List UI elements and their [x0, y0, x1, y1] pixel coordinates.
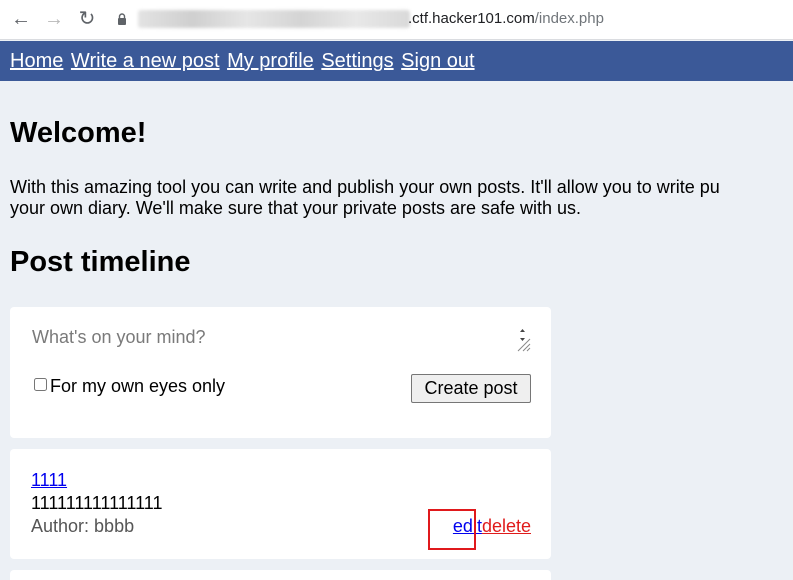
- site-nav-bar: Home Write a new post My profile Setting…: [0, 41, 793, 81]
- url-redacted-region[interactable]: [138, 10, 410, 28]
- reload-icon[interactable]: ↻: [76, 8, 98, 30]
- post-author-name: bbbb: [94, 516, 135, 536]
- post-composer-card: For my own eyes only Create post: [10, 307, 551, 438]
- post-card: 1111 111111111111111 Author: bbbb editde…: [10, 449, 551, 559]
- nav-link-home[interactable]: Home: [10, 50, 63, 72]
- nav-link-settings[interactable]: Settings: [321, 50, 393, 72]
- url-host: .ctf.hacker101.com: [408, 10, 535, 27]
- nav-link-my-profile[interactable]: My profile: [227, 50, 314, 72]
- edit-highlight-box: [428, 509, 476, 550]
- create-post-button[interactable]: Create post: [411, 374, 531, 403]
- post-delete-link[interactable]: delete: [482, 516, 531, 536]
- post-author: Author: bbbb: [31, 516, 134, 537]
- textarea-resize-icon[interactable]: [514, 328, 531, 352]
- private-option[interactable]: For my own eyes only: [34, 376, 225, 397]
- welcome-heading: Welcome!: [10, 117, 147, 149]
- welcome-intro-line-1: With this amazing tool you can write and…: [10, 177, 720, 197]
- private-checkbox[interactable]: [34, 378, 47, 391]
- welcome-intro: With this amazing tool you can write and…: [10, 177, 793, 219]
- browser-toolbar: ← → ↻ .ctf.hacker101.com/index.php: [0, 0, 793, 40]
- private-checkbox-label: For my own eyes only: [50, 376, 226, 396]
- forward-arrow-icon[interactable]: →: [43, 8, 65, 30]
- next-post-card: [10, 570, 551, 580]
- post-content-input[interactable]: [32, 327, 531, 359]
- post-title-link[interactable]: 1111: [31, 470, 67, 491]
- timeline-heading: Post timeline: [10, 246, 191, 278]
- address-bar-url[interactable]: .ctf.hacker101.com/index.php: [408, 10, 604, 27]
- nav-link-write-post[interactable]: Write a new post: [71, 50, 220, 72]
- post-author-label: Author:: [31, 516, 95, 536]
- post-body: 111111111111111: [31, 493, 163, 513]
- welcome-intro-line-2: your own diary. We'll make sure that you…: [10, 198, 582, 218]
- url-path: /index.php: [534, 10, 604, 27]
- lock-icon[interactable]: [117, 13, 127, 25]
- nav-link-sign-out[interactable]: Sign out: [401, 50, 474, 72]
- back-arrow-icon[interactable]: ←: [10, 8, 32, 30]
